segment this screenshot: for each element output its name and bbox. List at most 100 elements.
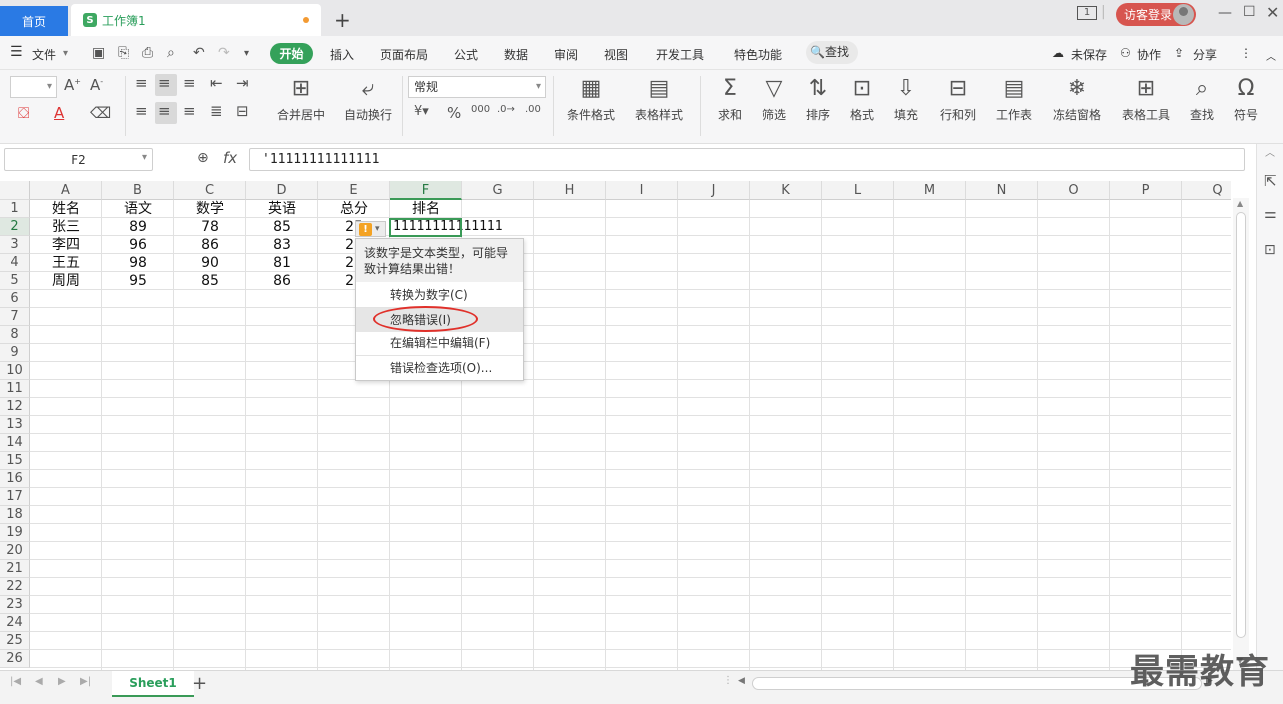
- collaborate-button[interactable]: 协作: [1137, 46, 1161, 63]
- find-button[interactable]: ⌕ 查找: [1182, 74, 1222, 123]
- first-sheet-icon[interactable]: |◀: [10, 676, 21, 687]
- justify-icon[interactable]: ≣: [210, 102, 223, 120]
- row-header-23[interactable]: 23: [0, 596, 30, 614]
- column-header-f[interactable]: F: [390, 181, 462, 200]
- row-header-18[interactable]: 18: [0, 506, 30, 524]
- row-header-2[interactable]: 2: [0, 218, 30, 236]
- row-header-16[interactable]: 16: [0, 470, 30, 488]
- tab-view[interactable]: 视图: [604, 46, 628, 63]
- scroll-up-icon[interactable]: ▲: [1237, 199, 1243, 208]
- cell-f1[interactable]: 排名: [390, 200, 462, 218]
- fill-color-icon[interactable]: ⛋: [18, 104, 29, 122]
- save-icon[interactable]: ▣: [92, 45, 105, 61]
- row-header-8[interactable]: 8: [0, 326, 30, 344]
- fx-icon[interactable]: fx: [223, 149, 237, 167]
- freeze-panes-button[interactable]: ❄ 冻结窗格: [1044, 74, 1110, 123]
- column-header-b[interactable]: B: [102, 181, 174, 200]
- cell-b2[interactable]: 89: [102, 218, 174, 236]
- share-button[interactable]: 分享: [1193, 46, 1217, 63]
- tab-document[interactable]: S 工作簿1: [71, 4, 321, 36]
- column-header-k[interactable]: K: [750, 181, 822, 200]
- tab-home[interactable]: 首页: [0, 6, 68, 36]
- table-tools-button[interactable]: ⊞ 表格工具: [1114, 74, 1178, 123]
- row-header-21[interactable]: 21: [0, 560, 30, 578]
- row-header-7[interactable]: 7: [0, 308, 30, 326]
- worksheet-button[interactable]: ▤ 工作表: [988, 74, 1040, 123]
- column-header-h[interactable]: H: [534, 181, 606, 200]
- row-header-24[interactable]: 24: [0, 614, 30, 632]
- currency-icon[interactable]: ¥▾: [414, 104, 429, 119]
- minimize-icon[interactable]: —: [1218, 5, 1232, 21]
- decrease-decimal-icon[interactable]: .00: [525, 104, 541, 115]
- format-button[interactable]: ⊡ 格式: [842, 74, 882, 123]
- tab-page-layout[interactable]: 页面布局: [380, 46, 428, 63]
- row-header-12[interactable]: 12: [0, 398, 30, 416]
- undo-icon[interactable]: ↶: [193, 45, 205, 61]
- add-sheet-icon[interactable]: +: [192, 673, 207, 694]
- column-header-d[interactable]: D: [246, 181, 318, 200]
- cell-c3[interactable]: 86: [174, 236, 246, 254]
- cell-d5[interactable]: 86: [246, 272, 318, 290]
- collapse-ribbon-icon[interactable]: ︿: [1266, 48, 1276, 63]
- error-check-options-item[interactable]: 错误检查选项(O)...: [356, 356, 523, 380]
- customize-icon[interactable]: ▾: [244, 48, 249, 59]
- cell-a5[interactable]: 周周: [30, 272, 102, 290]
- filter-button[interactable]: ▽ 筛选: [754, 74, 794, 123]
- wrap-text-button[interactable]: ⤶ 自动换行: [338, 74, 398, 123]
- row-header-3[interactable]: 3: [0, 236, 30, 254]
- settings-sliders-icon[interactable]: ⚌: [1264, 206, 1277, 222]
- close-icon[interactable]: ✕: [1266, 3, 1279, 22]
- sheet-tab-sheet1[interactable]: Sheet1: [112, 671, 194, 697]
- column-header-m[interactable]: M: [894, 181, 966, 200]
- increase-decimal-icon[interactable]: .0→: [497, 104, 515, 115]
- cell-d1[interactable]: 英语: [246, 200, 318, 218]
- row-header-17[interactable]: 17: [0, 488, 30, 506]
- merge-center-button[interactable]: ⊞ 合并居中: [268, 74, 334, 123]
- cell-b4[interactable]: 98: [102, 254, 174, 272]
- tab-insert[interactable]: 插入: [330, 46, 354, 63]
- indent-decrease-icon[interactable]: ⇤: [210, 74, 223, 92]
- row-header-13[interactable]: 13: [0, 416, 30, 434]
- hamburger-icon[interactable]: ☰: [10, 44, 23, 60]
- tab-developer[interactable]: 开发工具: [656, 46, 704, 63]
- sum-button[interactable]: Σ 求和: [710, 74, 750, 123]
- number-format-select[interactable]: 常规: [408, 76, 546, 98]
- cell-a1[interactable]: 姓名: [30, 200, 102, 218]
- edit-in-formula-bar-item[interactable]: 在编辑栏中编辑(F): [356, 331, 523, 355]
- convert-to-number-item[interactable]: 转换为数字(C): [356, 283, 523, 307]
- column-header-a[interactable]: A: [30, 181, 102, 200]
- row-header-10[interactable]: 10: [0, 362, 30, 380]
- tab-formula[interactable]: 公式: [454, 46, 478, 63]
- print-icon[interactable]: ⎙: [142, 45, 153, 61]
- more-icon[interactable]: ⋮: [1240, 46, 1252, 60]
- column-header-g[interactable]: G: [462, 181, 534, 200]
- scroll-left-icon[interactable]: ◀: [738, 676, 745, 686]
- row-header-19[interactable]: 19: [0, 524, 30, 542]
- table-style-button[interactable]: ▤ 表格样式: [628, 74, 690, 123]
- search-box[interactable]: 🔍查找: [806, 41, 858, 64]
- column-header-j[interactable]: J: [678, 181, 750, 200]
- font-color-icon[interactable]: A: [54, 104, 64, 122]
- property-icon[interactable]: ⊡: [1264, 242, 1276, 258]
- cursor-select-icon[interactable]: ⇱: [1264, 172, 1277, 190]
- fill-button[interactable]: ⇩ 填充: [886, 74, 926, 123]
- symbol-button[interactable]: Ω 符号: [1226, 74, 1266, 123]
- name-box[interactable]: F2: [4, 148, 153, 171]
- align-bottom-icon[interactable]: ≡: [183, 74, 196, 92]
- cell-d3[interactable]: 83: [246, 236, 318, 254]
- cell-a2[interactable]: 张三: [30, 218, 102, 236]
- decrease-font-icon[interactable]: A-: [90, 76, 103, 94]
- column-header-c[interactable]: C: [174, 181, 246, 200]
- row-header-6[interactable]: 6: [0, 290, 30, 308]
- formula-input[interactable]: '11111111111111: [249, 148, 1245, 171]
- column-header-e[interactable]: E: [318, 181, 390, 200]
- thousands-icon[interactable]: 000: [471, 104, 490, 115]
- align-right-icon[interactable]: ≡: [183, 102, 196, 120]
- export-pdf-icon[interactable]: ⎘: [118, 45, 129, 61]
- cell-c4[interactable]: 90: [174, 254, 246, 272]
- row-header-25[interactable]: 25: [0, 632, 30, 650]
- cell-a3[interactable]: 李四: [30, 236, 102, 254]
- align-middle-icon[interactable]: ≡: [158, 74, 171, 92]
- select-all-corner[interactable]: [0, 181, 30, 200]
- row-header-22[interactable]: 22: [0, 578, 30, 596]
